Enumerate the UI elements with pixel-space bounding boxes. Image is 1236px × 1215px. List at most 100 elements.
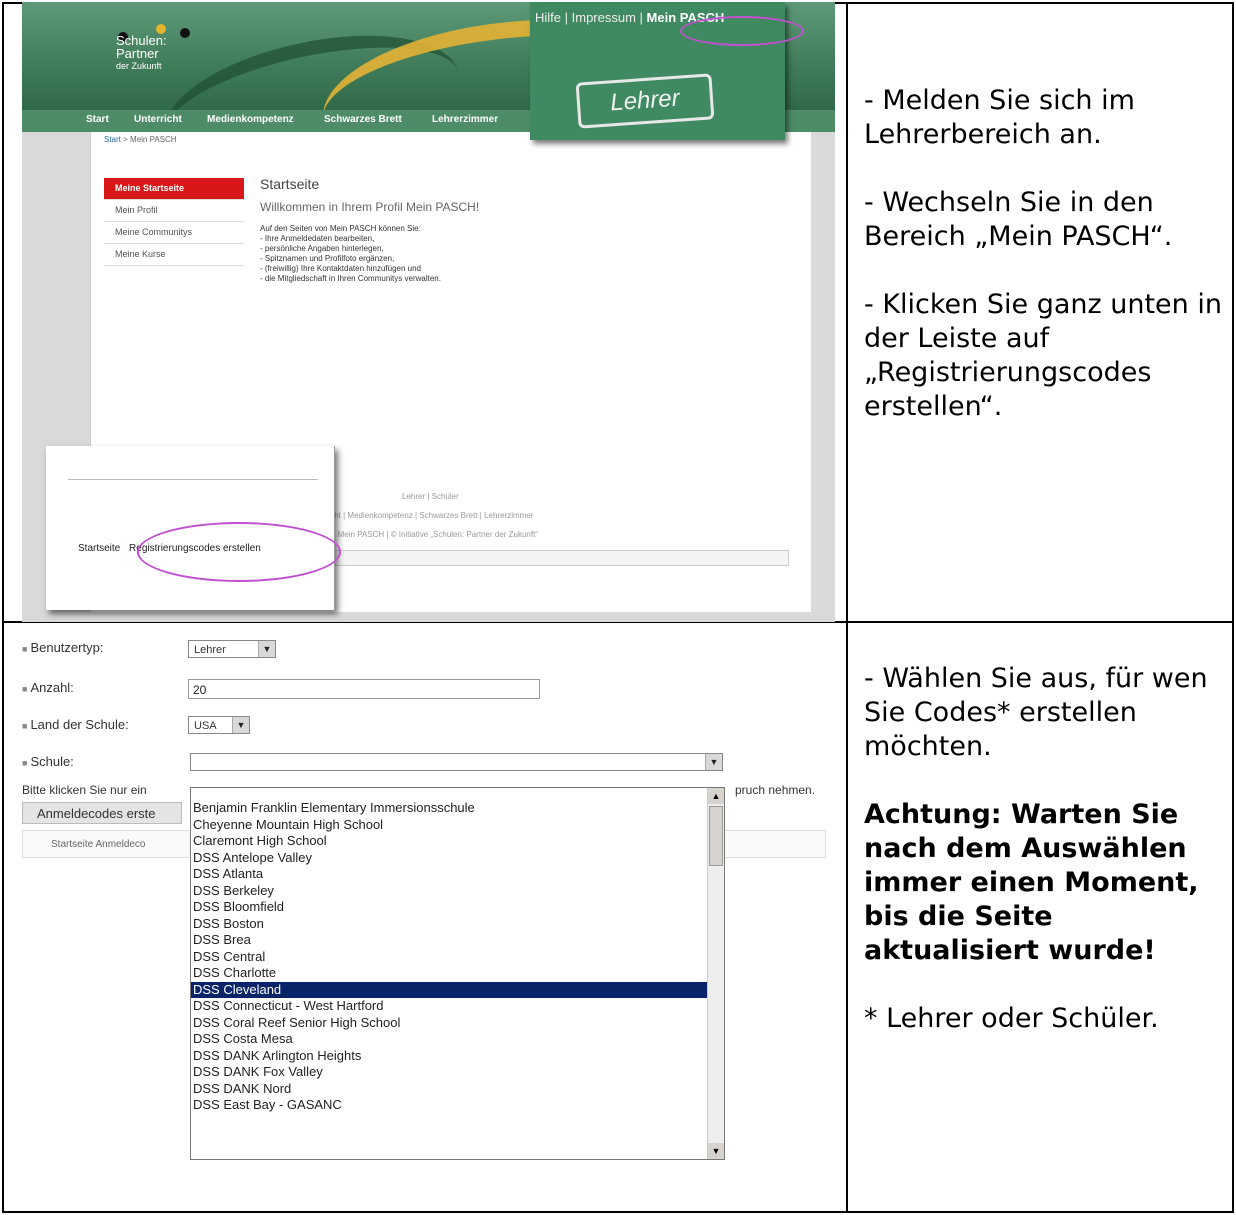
intro-line: - Ihre Anmeldedaten bearbeiten, (260, 234, 375, 243)
list-item[interactable]: DSS Charlotte (191, 965, 724, 982)
profile-sidebar: Meine Startseite Mein Profil Meine Commu… (104, 178, 244, 266)
list-item[interactable]: DSS Antelope Valley (191, 850, 724, 867)
instructions-bottom: - Wählen Sie aus, für wen Sie Codes* ers… (864, 662, 1236, 1070)
dropdown-arrow-icon[interactable]: ▼ (232, 717, 249, 733)
intro-line: - persönliche Angaben hinterlegen, (260, 244, 384, 253)
select-land-value: USA (194, 720, 217, 732)
select-benutzertyp-value: Lehrer (194, 644, 226, 656)
list-item-selected[interactable]: DSS Cleveland (191, 981, 724, 998)
scroll-up-icon[interactable]: ▲ (708, 788, 724, 804)
list-item[interactable]: DSS DANK Fox Valley (191, 1064, 724, 1081)
nav-item-unterricht[interactable]: Unterricht (134, 114, 182, 125)
bullet-icon: ■ (22, 684, 28, 694)
list-item[interactable]: Claremont High School (191, 833, 724, 850)
instruction-table: Schulen: Partner der Zukunft Start Unter… (2, 2, 1234, 1213)
table-border-bottom (2, 1211, 1234, 1213)
list-item[interactable]: DSS Atlanta (191, 866, 724, 883)
nav-item-medienkompetenz[interactable]: Medienkompetenz (207, 114, 294, 125)
table-border-left (2, 2, 4, 1213)
logo-line2: Partner (116, 46, 159, 61)
breadcrumb-separator: > (120, 135, 131, 144)
list-item[interactable]: Benjamin Franklin Elementary Immersionss… (191, 800, 724, 817)
label-anzahl: ■ Anzahl: (22, 680, 74, 695)
label-schule: ■ Schule: (22, 754, 74, 769)
highlight-oval-mein-pasch (680, 16, 804, 46)
sidebar-item-meine-startseite[interactable]: Meine Startseite (104, 178, 244, 200)
intro-line: - die Mitgliedschaft in Ihren Communitys… (260, 274, 441, 283)
sidebar-item-meine-communitys[interactable]: Meine Communitys (104, 222, 244, 244)
school-dropdown-list[interactable]: Benjamin Franklin Elementary Immersionss… (190, 787, 725, 1160)
bullet-icon: ■ (22, 644, 28, 654)
list-item[interactable]: DSS Brea (191, 932, 724, 949)
list-item[interactable]: Cheyenne Mountain High School (191, 817, 724, 834)
list-item[interactable]: DSS Central (191, 949, 724, 966)
footnote-text: * Lehrer oder Schüler. (864, 1003, 1159, 1034)
logo-line3: der Zukunft (116, 61, 162, 71)
list-item[interactable]: DSS DANK Nord (191, 1081, 724, 1098)
intro-text: Auf den Seiten von Mein PASCH können Sie… (260, 224, 441, 284)
breadcrumb-start[interactable]: Start (104, 135, 121, 144)
link-hilfe[interactable]: Hilfe (535, 10, 561, 25)
label-benutzertyp: ■ Benutzertyp: (22, 640, 103, 655)
bullet-icon: ■ (22, 721, 28, 731)
portal-footer: Lehrer | Schüler nterricht | Medienkompe… (312, 492, 538, 539)
list-item[interactable]: DSS Berkeley (191, 883, 724, 900)
instructions-top: - Melden Sie sich im Lehrerbereich an. -… (864, 84, 1236, 458)
select-benutzertyp[interactable]: Lehrer ▼ (188, 640, 276, 658)
select-land[interactable]: USA ▼ (188, 716, 250, 734)
top-links-separator: | (635, 10, 647, 25)
instruction-step: - Klicken Sie ganz unten in der Leiste a… (864, 289, 1222, 422)
nav-item-lehrerzimmer[interactable]: Lehrerzimmer (432, 114, 498, 125)
label-benutzertyp-text: Benutzertyp: (30, 640, 104, 655)
screenshot-code-form: ■ Benutzertyp: Lehrer ▼ ■ Anzahl: 20 ■ Land… (22, 630, 842, 1160)
label-land: ■ Land der Schule: (22, 717, 129, 732)
list-item[interactable]: DSS East Bay - GASANC (191, 1097, 724, 1114)
create-codes-button[interactable]: Anmeldecodes erste (22, 802, 182, 824)
table-border-divider (846, 2, 848, 1213)
breadcrumb-current: Mein PASCH (130, 135, 177, 144)
dropdown-scrollbar[interactable]: ▲ ▼ (707, 788, 724, 1159)
warning-text: Achtung: Warten Sie nach dem Auswählen i… (864, 799, 1199, 966)
dropdown-arrow-icon[interactable]: ▼ (258, 641, 275, 657)
sidebar-item-mein-profil[interactable]: Mein Profil (104, 200, 244, 222)
divider (68, 479, 318, 480)
link-impressum[interactable]: Impressum (572, 10, 636, 25)
sidebar-item-meine-kurse[interactable]: Meine Kurse (104, 244, 244, 266)
list-item[interactable]: DSS Boston (191, 916, 724, 933)
note-text: Bitte klicken Sie nur ein (22, 783, 147, 797)
input-anzahl[interactable]: 20 (188, 679, 540, 699)
label-anzahl-text: Anzahl: (30, 680, 74, 695)
label-schule-text: Schule: (30, 754, 74, 769)
list-item[interactable]: DSS Costa Mesa (191, 1031, 724, 1048)
intro-line: Auf den Seiten von Mein PASCH können Sie… (260, 224, 421, 233)
scroll-down-icon[interactable]: ▼ (708, 1143, 724, 1159)
link-startseite[interactable]: Startseite (78, 543, 120, 554)
intro-line: - Spitznamen und Profilfoto ergänzen, (260, 254, 395, 263)
list-item[interactable]: DSS Connecticut - West Hartford (191, 998, 724, 1015)
instruction-step: - Melden Sie sich im Lehrerbereich an. (864, 85, 1135, 150)
select-schule[interactable]: ▼ (190, 753, 723, 771)
bullet-icon: ■ (22, 758, 28, 768)
portal-logo[interactable]: Schulen: Partner der Zukunft (116, 34, 167, 73)
breadcrumb: Start > Mein PASCH (104, 135, 177, 144)
footer-line: nterricht | Medienkompetenz | Schwarzes … (312, 511, 534, 520)
list-padding (191, 788, 724, 800)
page-title: Startseite (260, 176, 320, 192)
nav-item-schwarzes-brett[interactable]: Schwarzes Brett (324, 114, 402, 125)
top-links-separator: | (561, 10, 572, 25)
list-item[interactable]: DSS Coral Reef Senior High School (191, 1015, 724, 1032)
footer-bar (332, 550, 789, 566)
list-item[interactable]: DSS DANK Arlington Heights (191, 1048, 724, 1065)
scrollbar-thumb[interactable] (709, 806, 723, 866)
instruction-step: - Wählen Sie aus, für wen Sie Codes* ers… (864, 663, 1208, 762)
screenshot-mein-pasch: Schulen: Partner der Zukunft Start Unter… (22, 2, 835, 622)
logo-figure-icon (180, 28, 190, 38)
welcome-text: Willkommen in Ihrem Profil Mein PASCH! (260, 200, 480, 214)
nav-item-start[interactable]: Start (86, 114, 109, 125)
instruction-step: - Wechseln Sie in den Bereich „Mein PASC… (864, 187, 1173, 252)
dropdown-arrow-icon[interactable]: ▼ (705, 754, 722, 770)
lehrer-stamp: Lehrer (575, 73, 715, 129)
list-item[interactable]: DSS Bloomfield (191, 899, 724, 916)
highlight-oval-registrierungscodes (137, 522, 341, 582)
footer-line: ssum | Mein PASCH | © Initiative „Schule… (312, 530, 538, 539)
